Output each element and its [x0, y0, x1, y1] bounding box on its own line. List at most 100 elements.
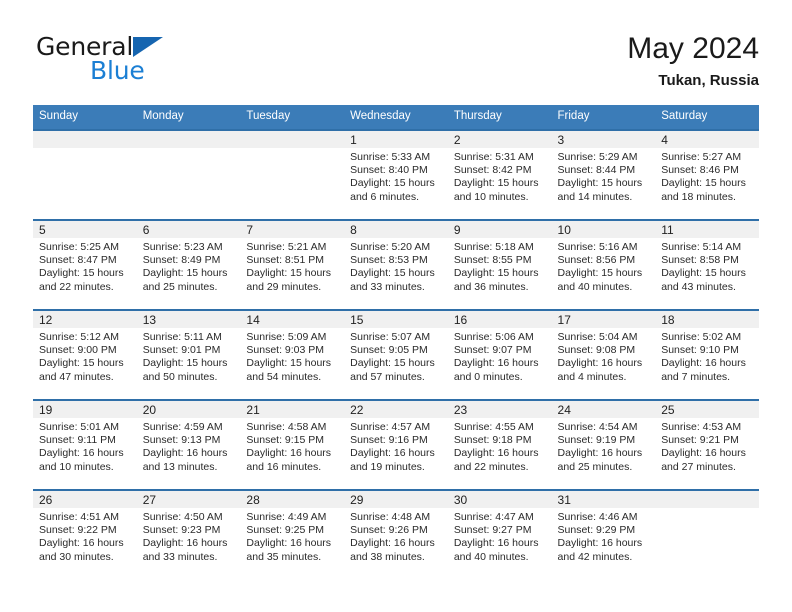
calendar-day-cell[interactable]: 24 Sunrise: 4:54 AM Sunset: 9:19 PM Dayligh…: [551, 399, 656, 490]
sunset-text: Sunset: 8:46 PM: [661, 164, 739, 177]
sunrise-text: Sunrise: 5:02 AM: [661, 331, 742, 343]
calendar-day-cell[interactable]: 28 Sunrise: 4:49 AM Sunset: 9:25 PM Dayligh…: [240, 489, 345, 579]
calendar-day-cell[interactable]: 5 Sunrise: 5:25 AM Sunset: 8:47 PM Daylight…: [33, 219, 137, 310]
calendar-day-cell[interactable]: 11 Sunrise: 5:14 AM Sunset: 8:58 PM Dayligh…: [655, 219, 759, 310]
general-blue-logo[interactable]: General Blue: [33, 30, 293, 90]
day-number: 22: [344, 401, 448, 418]
calendar-day-cell[interactable]: 19 Sunrise: 5:01 AM Sunset: 9:11 PM Dayligh…: [33, 399, 137, 490]
sunset-text: Sunset: 9:19 PM: [557, 434, 636, 447]
day-number: 7: [240, 221, 345, 238]
calendar-day-cell[interactable]: 20 Sunrise: 4:59 AM Sunset: 9:13 PM Dayligh…: [136, 399, 241, 490]
calendar-day-cell[interactable]: 2 Sunrise: 5:31 AM Sunset: 8:42 PM Daylight…: [447, 129, 552, 220]
calendar-day-cell[interactable]: 25 Sunrise: 4:53 AM Sunset: 9:21 PM Dayligh…: [655, 399, 759, 490]
sunrise-text: Sunrise: 4:58 AM: [246, 421, 327, 433]
day-details: Sunrise: 5:09 AM Sunset: 9:03 PM Daylight:…: [240, 328, 344, 384]
sunset-text: Sunset: 8:40 PM: [350, 164, 428, 177]
sunrise-text: Sunrise: 5:09 AM: [246, 331, 327, 343]
day-details: Sunrise: 5:23 AM Sunset: 8:49 PM Daylight:…: [137, 238, 241, 294]
daylight-text: Daylight: 15 hours and 43 minutes.: [661, 267, 746, 293]
calendar-cell-empty: [655, 489, 759, 579]
title-block: May 2024 Tukan, Russia: [627, 30, 759, 92]
daylight-text: Daylight: 15 hours and 47 minutes.: [39, 357, 124, 383]
day-number: [655, 491, 759, 508]
sunset-text: Sunset: 9:10 PM: [661, 344, 739, 357]
daylight-text: Daylight: 15 hours and 33 minutes.: [350, 267, 435, 293]
calendar-day-cell[interactable]: 3 Sunrise: 5:29 AM Sunset: 8:44 PM Daylight…: [551, 129, 656, 220]
day-number: 14: [240, 311, 345, 328]
daylight-text: Daylight: 15 hours and 54 minutes.: [246, 357, 332, 383]
calendar-day-cell[interactable]: 10 Sunrise: 5:16 AM Sunset: 8:56 PM Dayligh…: [551, 219, 656, 310]
daylight-text: Daylight: 16 hours and 30 minutes.: [39, 537, 124, 563]
calendar-day-cell[interactable]: 23 Sunrise: 4:55 AM Sunset: 9:18 PM Dayligh…: [447, 399, 552, 490]
calendar-day-cell[interactable]: 22 Sunrise: 4:57 AM Sunset: 9:16 PM Dayligh…: [344, 399, 448, 490]
calendar-day-cell[interactable]: 13 Sunrise: 5:11 AM Sunset: 9:01 PM Dayligh…: [136, 309, 241, 400]
sunset-text: Sunset: 9:11 PM: [39, 434, 116, 447]
daylight-text: Daylight: 15 hours and 36 minutes.: [453, 267, 539, 293]
calendar-day-cell[interactable]: 15 Sunrise: 5:07 AM Sunset: 9:05 PM Dayligh…: [344, 309, 448, 400]
sunset-text: Sunset: 9:26 PM: [350, 524, 428, 537]
calendar-day-cell[interactable]: 29 Sunrise: 4:48 AM Sunset: 9:26 PM Dayligh…: [344, 489, 448, 579]
calendar-day-cell[interactable]: 7 Sunrise: 5:21 AM Sunset: 8:51 PM Daylight…: [240, 219, 345, 310]
calendar-day-cell[interactable]: 9 Sunrise: 5:18 AM Sunset: 8:55 PM Daylight…: [447, 219, 552, 310]
calendar-day-cell[interactable]: 30 Sunrise: 4:47 AM Sunset: 9:27 PM Dayligh…: [447, 489, 552, 579]
calendar-body: 1 Sunrise: 5:33 AM Sunset: 8:40 PM Daylight…: [33, 129, 759, 579]
calendar-day-cell[interactable]: 21 Sunrise: 4:58 AM Sunset: 9:15 PM Dayligh…: [240, 399, 345, 490]
month-calendar: Sunday Monday Tuesday Wednesday Thursday…: [33, 105, 759, 579]
sunset-text: Sunset: 9:08 PM: [557, 344, 636, 357]
day-number: 23: [447, 401, 552, 418]
day-number: 2: [447, 131, 552, 148]
sunrise-text: Sunrise: 4:51 AM: [39, 511, 119, 523]
sunrise-text: Sunrise: 5:21 AM: [246, 241, 327, 253]
calendar-day-cell[interactable]: 8 Sunrise: 5:20 AM Sunset: 8:53 PM Daylight…: [344, 219, 448, 310]
daylight-text: Daylight: 15 hours and 6 minutes.: [350, 177, 435, 203]
daylight-text: Daylight: 15 hours and 22 minutes.: [39, 267, 124, 293]
sunrise-text: Sunrise: 5:29 AM: [557, 151, 638, 163]
daylight-text: Daylight: 16 hours and 33 minutes.: [142, 537, 228, 563]
sunrise-text: Sunrise: 4:59 AM: [142, 421, 223, 433]
day-details: Sunrise: 4:50 AM Sunset: 9:23 PM Daylight:…: [137, 508, 241, 564]
daylight-text: Daylight: 15 hours and 25 minutes.: [142, 267, 228, 293]
calendar-day-cell[interactable]: 16 Sunrise: 5:06 AM Sunset: 9:07 PM Dayligh…: [447, 309, 552, 400]
sunset-text: Sunset: 9:01 PM: [142, 344, 221, 357]
sunrise-text: Sunrise: 4:57 AM: [350, 421, 431, 433]
day-number: 20: [136, 401, 241, 418]
sunrise-text: Sunrise: 5:23 AM: [142, 241, 223, 253]
day-details: Sunrise: 5:14 AM Sunset: 8:58 PM Daylight:…: [655, 238, 759, 294]
sunrise-text: Sunrise: 5:18 AM: [453, 241, 534, 253]
day-number: 21: [240, 401, 345, 418]
calendar-cell-empty: [240, 129, 345, 220]
calendar-day-cell[interactable]: 6 Sunrise: 5:23 AM Sunset: 8:49 PM Daylight…: [136, 219, 241, 310]
day-number: 19: [33, 401, 137, 418]
logo-text-blue: Blue: [90, 56, 145, 85]
day-number: 12: [33, 311, 137, 328]
day-number: 8: [344, 221, 448, 238]
page-title: May 2024: [627, 32, 759, 65]
sunset-text: Sunset: 8:55 PM: [453, 254, 532, 267]
sunrise-text: Sunrise: 5:33 AM: [350, 151, 431, 163]
sunset-text: Sunset: 9:07 PM: [453, 344, 532, 357]
calendar-page: General Blue May 2024 Tukan, Russia Sund…: [0, 0, 792, 612]
calendar-day-cell[interactable]: 18 Sunrise: 5:02 AM Sunset: 9:10 PM Dayligh…: [655, 309, 759, 400]
calendar-week-row: 1 Sunrise: 5:33 AM Sunset: 8:40 PM Daylight…: [33, 129, 759, 220]
sunrise-text: Sunrise: 5:20 AM: [350, 241, 431, 253]
calendar-day-cell[interactable]: 1 Sunrise: 5:33 AM Sunset: 8:40 PM Daylight…: [344, 129, 448, 220]
day-number: 11: [655, 221, 759, 238]
day-details: Sunrise: 5:06 AM Sunset: 9:07 PM Daylight:…: [448, 328, 552, 384]
daylight-text: Daylight: 16 hours and 35 minutes.: [246, 537, 332, 563]
calendar-day-cell[interactable]: 12 Sunrise: 5:12 AM Sunset: 9:00 PM Dayligh…: [33, 309, 137, 400]
calendar-day-cell[interactable]: 17 Sunrise: 5:04 AM Sunset: 9:08 PM Dayligh…: [551, 309, 656, 400]
calendar-day-cell[interactable]: 4 Sunrise: 5:27 AM Sunset: 8:46 PM Daylight…: [655, 129, 759, 220]
daylight-text: Daylight: 15 hours and 10 minutes.: [453, 177, 539, 203]
calendar-day-cell[interactable]: 31 Sunrise: 4:46 AM Sunset: 9:29 PM Dayligh…: [551, 489, 656, 579]
calendar-day-cell[interactable]: 27 Sunrise: 4:50 AM Sunset: 9:23 PM Dayligh…: [136, 489, 241, 579]
day-number: 3: [551, 131, 656, 148]
day-details: Sunrise: 4:51 AM Sunset: 9:22 PM Daylight:…: [33, 508, 137, 564]
day-details: Sunrise: 4:59 AM Sunset: 9:13 PM Daylight:…: [137, 418, 241, 474]
sunset-text: Sunset: 9:23 PM: [142, 524, 221, 537]
calendar-day-cell[interactable]: 26 Sunrise: 4:51 AM Sunset: 9:22 PM Dayligh…: [33, 489, 137, 579]
day-details: Sunrise: 5:29 AM Sunset: 8:44 PM Daylight:…: [552, 148, 656, 204]
day-details: Sunrise: 5:16 AM Sunset: 8:56 PM Daylight:…: [552, 238, 656, 294]
calendar-day-cell[interactable]: 14 Sunrise: 5:09 AM Sunset: 9:03 PM Dayligh…: [240, 309, 345, 400]
day-details: Sunrise: 5:02 AM Sunset: 9:10 PM Daylight:…: [655, 328, 759, 384]
weekday-header-friday: Friday: [551, 105, 656, 130]
